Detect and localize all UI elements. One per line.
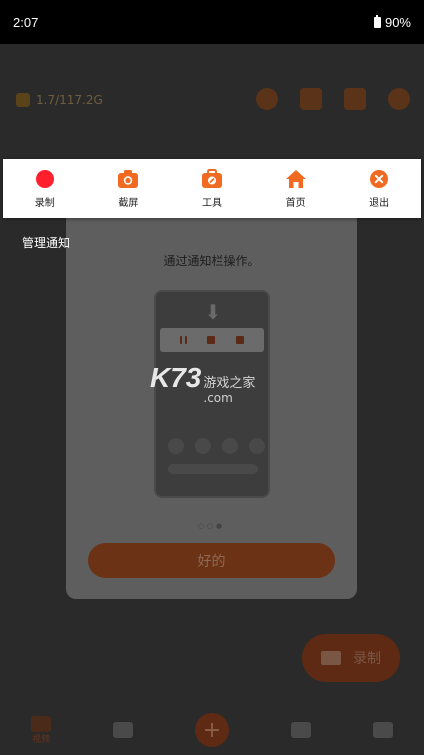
toolbar-screenshot-label: 截屏 [118, 197, 139, 209]
nav-screenshot[interactable] [113, 722, 133, 738]
placeholder-dot [168, 438, 184, 454]
ok-button[interactable]: 好的 [88, 543, 335, 578]
nav-video[interactable]: 视频 [31, 715, 51, 745]
record-icon [388, 88, 410, 110]
notification-bar-illustration [160, 328, 264, 352]
camera-icon [118, 169, 139, 188]
nav-video-label: 视频 [31, 734, 50, 745]
placeholder-dots [168, 438, 265, 454]
page-indicator: ○○● [197, 522, 226, 530]
camera-icon [300, 88, 322, 110]
watermark-com: .com [203, 391, 233, 405]
arrow-down-icon: ⬇ [204, 300, 222, 324]
toolbar-tools[interactable]: 工具 [182, 168, 242, 209]
nav-edit[interactable] [291, 722, 311, 738]
plus-icon: + [195, 713, 229, 747]
placeholder-bar [168, 464, 258, 474]
nav-settings[interactable] [373, 722, 393, 738]
status-time: 2:07 [13, 14, 39, 30]
brush-icon [344, 88, 366, 110]
toolbar-screenshot[interactable]: 截屏 [98, 169, 158, 209]
gift-icon [256, 88, 278, 110]
header-icons [256, 88, 410, 110]
battery-icon [373, 14, 381, 28]
gear-icon [373, 722, 393, 738]
toolbar-record[interactable]: 录制 [15, 169, 75, 209]
camera-icon [113, 722, 133, 738]
toolbar-record-label: 录制 [34, 197, 55, 209]
app-header: 1.7/117.2G [0, 72, 424, 128]
dialog-caption: 通过通知栏操作。 [163, 254, 260, 268]
placeholder-dot [249, 438, 265, 454]
status-right: 90% [373, 14, 411, 30]
toolbar-exit-label: 退出 [369, 197, 390, 209]
battery-level: 90% [384, 14, 411, 30]
home-icon [285, 169, 306, 188]
toolbar-home-label: 首页 [285, 197, 306, 209]
placeholder-dot [222, 438, 238, 454]
video-icon [31, 715, 51, 732]
storage-icon [16, 93, 30, 107]
floating-toolbar: 录制 截屏 工具 首页 退出 [3, 159, 421, 218]
watermark-cn: 游戏之家 [203, 376, 256, 391]
toolbox-icon [201, 168, 222, 188]
camera-icon [235, 336, 244, 344]
record-icon [35, 169, 54, 188]
bottom-nav: 视频 + [0, 705, 424, 755]
record-fab-label: 录制 [353, 651, 381, 667]
toolbar-home[interactable]: 首页 [266, 169, 326, 209]
storage-indicator: 1.7/117.2G [16, 93, 103, 107]
pencil-icon [291, 722, 311, 738]
stop-icon [207, 336, 216, 344]
video-camera-icon [321, 651, 341, 665]
watermark-text: 游戏之家 .com [203, 376, 256, 406]
nav-add[interactable]: + [195, 713, 229, 747]
toolbar-exit[interactable]: 退出 [349, 169, 409, 209]
status-bar: 2:07 90% [0, 0, 424, 44]
manage-notification-link[interactable]: 管理通知 [22, 234, 70, 251]
watermark: K73 游戏之家 .com [150, 362, 255, 405]
watermark-logo: K73 [150, 362, 202, 393]
toolbar-tools-label: 工具 [201, 197, 222, 209]
placeholder-dot [195, 438, 211, 454]
storage-text: 1.7/117.2G [36, 93, 103, 107]
record-fab[interactable]: 录制 [302, 634, 400, 682]
close-icon [370, 169, 389, 188]
pause-icon [180, 336, 188, 344]
